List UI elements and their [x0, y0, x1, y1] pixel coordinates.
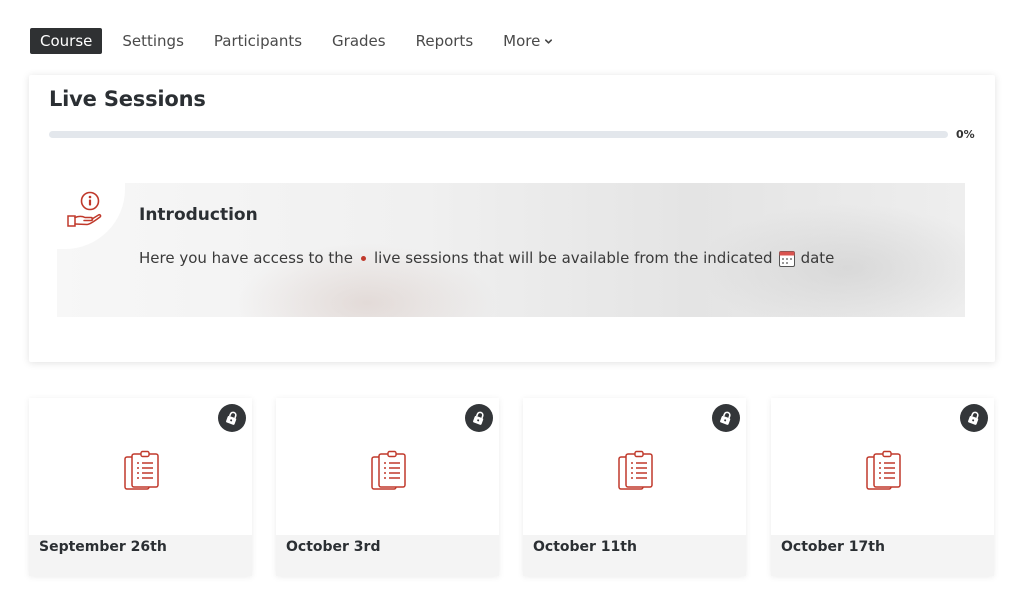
intro-text: Here you have access to the live session…	[139, 249, 834, 267]
intro-text-part1: Here you have access to the	[139, 249, 353, 267]
session-card-oct-3[interactable]: October 3rd	[276, 398, 499, 576]
session-date: October 17th	[781, 539, 885, 555]
session-date: October 3rd	[286, 539, 381, 555]
intro-title: Introduction	[139, 205, 258, 225]
section-card: Live Sessions 0% Introduction Here you h…	[29, 75, 995, 362]
tab-participants[interactable]: Participants	[204, 28, 312, 54]
chevron-down-icon	[545, 38, 553, 44]
progress-bar	[49, 131, 948, 138]
progress-label: 0%	[956, 128, 975, 141]
tab-grades[interactable]: Grades	[322, 28, 396, 54]
live-dot-icon	[361, 255, 366, 261]
lock-badge	[465, 404, 493, 432]
lock-badge	[960, 404, 988, 432]
clipboard-icon	[866, 450, 901, 490]
info-hand-icon	[67, 191, 102, 227]
tab-reports[interactable]: Reports	[406, 28, 484, 54]
tab-more-label: More	[503, 32, 541, 50]
card-image	[523, 398, 746, 535]
tab-settings[interactable]: Settings	[112, 28, 194, 54]
tab-course[interactable]: Course	[30, 28, 103, 54]
session-card-oct-11[interactable]: October 11th	[523, 398, 746, 576]
session-card-sep-26[interactable]: September 26th	[29, 398, 252, 576]
session-card-oct-17[interactable]: October 17th	[771, 398, 994, 576]
clipboard-icon	[124, 450, 159, 490]
lock-icon	[473, 411, 484, 425]
session-date: September 26th	[39, 539, 167, 555]
page-title: Live Sessions	[49, 87, 206, 111]
session-date: October 11th	[533, 539, 637, 555]
clipboard-icon	[371, 450, 406, 490]
lock-badge	[218, 404, 246, 432]
clipboard-icon	[618, 450, 653, 490]
card-image	[276, 398, 499, 535]
lock-icon	[968, 411, 979, 425]
course-nav: Course Settings Participants Grades Repo…	[30, 28, 573, 54]
tab-more[interactable]: More	[493, 28, 563, 54]
intro-text-part3: date	[800, 249, 835, 267]
calendar-icon	[778, 250, 795, 267]
card-image	[771, 398, 994, 535]
intro-badge	[57, 183, 125, 249]
lock-icon	[720, 411, 731, 425]
lock-icon	[226, 411, 237, 425]
intro-banner: Introduction Here you have access to the…	[57, 183, 965, 317]
lock-badge	[712, 404, 740, 432]
intro-text-part2: live sessions that will be available fro…	[374, 249, 773, 267]
card-image	[29, 398, 252, 535]
